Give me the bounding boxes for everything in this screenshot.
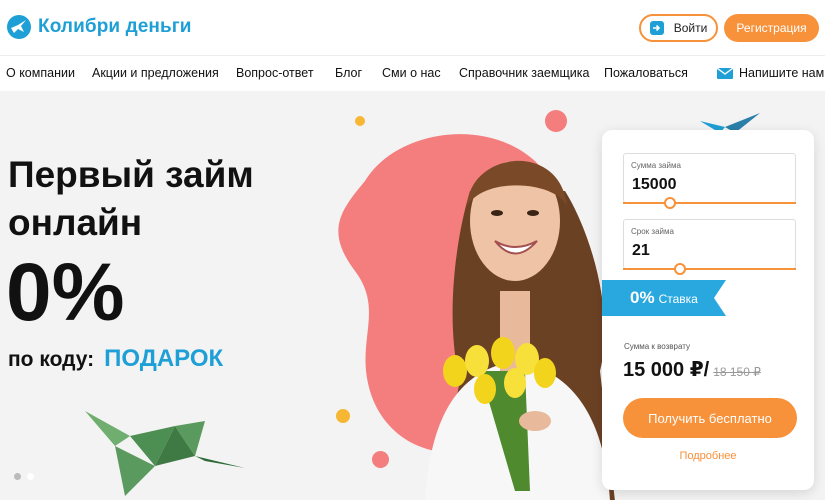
loan-amount-field[interactable]: Сумма займа 15000: [623, 153, 796, 203]
more-info-link[interactable]: Подробнее: [602, 450, 814, 462]
return-amount-old: 18 150 ₽: [713, 365, 761, 379]
loan-term-value: 21: [632, 242, 650, 259]
contact-label: Напишите нам: [739, 66, 825, 80]
hummingbird-logo-icon: [7, 15, 31, 39]
hero-percent: 0%: [6, 247, 125, 338]
return-amount: 15 000 ₽/ 18 150 ₽: [623, 357, 761, 382]
promo-code-line: по коду: ПОДАРОК: [8, 345, 223, 373]
rate-badge: 0% Ставка: [630, 288, 698, 308]
loan-term-slider[interactable]: [623, 268, 796, 270]
hero-title-line2: онлайн: [8, 202, 143, 243]
loan-term-slider-handle[interactable]: [674, 263, 687, 275]
nav-item-faq[interactable]: Вопрос-ответ: [236, 66, 314, 80]
get-loan-button[interactable]: Получить бесплатно: [623, 398, 797, 438]
rate-value: 0%: [630, 288, 655, 307]
rate-label: Ставка: [658, 292, 698, 306]
nav-item-promotions[interactable]: Акции и предложения: [92, 66, 219, 80]
loan-amount-slider[interactable]: [623, 202, 796, 204]
nav-item-about[interactable]: О компании: [6, 66, 75, 80]
loan-term-label: Срок займа: [631, 227, 674, 236]
loan-amount-label: Сумма займа: [631, 161, 681, 170]
slider-dots: [14, 473, 34, 480]
decor-dot: [336, 409, 350, 423]
return-amount-value: 15 000 ₽/: [623, 359, 710, 381]
hero-title-line1: Первый займ: [8, 154, 254, 195]
origami-hummingbird-icon: [85, 411, 245, 496]
logo-text: Колибри деньги: [38, 16, 192, 37]
logo[interactable]: Колибри деньги: [6, 14, 192, 40]
register-button[interactable]: Регистрация: [724, 14, 819, 42]
login-button[interactable]: Войти: [639, 14, 718, 42]
slider-dot[interactable]: [27, 473, 34, 480]
mail-icon: [717, 67, 733, 79]
contact-link[interactable]: Напишите нам: [717, 66, 824, 80]
nav-item-complain[interactable]: Пожаловаться: [604, 66, 688, 80]
main-nav: О компании Акции и предложения Вопрос-от…: [0, 55, 825, 91]
loan-term-field[interactable]: Срок займа 21: [623, 219, 796, 269]
site-header: Колибри деньги Войти Регистрация: [0, 0, 825, 55]
loan-amount-slider-handle[interactable]: [663, 197, 676, 209]
slider-dot[interactable]: [14, 473, 21, 480]
woman-with-flowers-image: [425, 160, 615, 500]
nav-item-media[interactable]: Сми о нас: [382, 66, 441, 80]
register-label: Регистрация: [736, 21, 807, 35]
decor-dot: [355, 116, 365, 126]
login-icon: [649, 21, 664, 35]
loan-calculator-card: Сумма займа 15000 Срок займа 21 0% Ставк…: [602, 130, 814, 490]
hero-title: Первый займ онлайн: [8, 151, 254, 247]
nav-item-guide[interactable]: Справочник заемщика: [459, 66, 589, 80]
get-loan-label: Получить бесплатно: [648, 410, 772, 426]
decor-dot: [372, 451, 389, 468]
return-amount-label: Сумма к возврату: [624, 342, 690, 351]
promo-code-prefix: по коду:: [8, 348, 95, 371]
login-label: Войти: [673, 21, 708, 35]
promo-code: ПОДАРОК: [104, 345, 224, 372]
loan-amount-value: 15000: [632, 176, 677, 193]
nav-item-blog[interactable]: Блог: [335, 66, 362, 80]
